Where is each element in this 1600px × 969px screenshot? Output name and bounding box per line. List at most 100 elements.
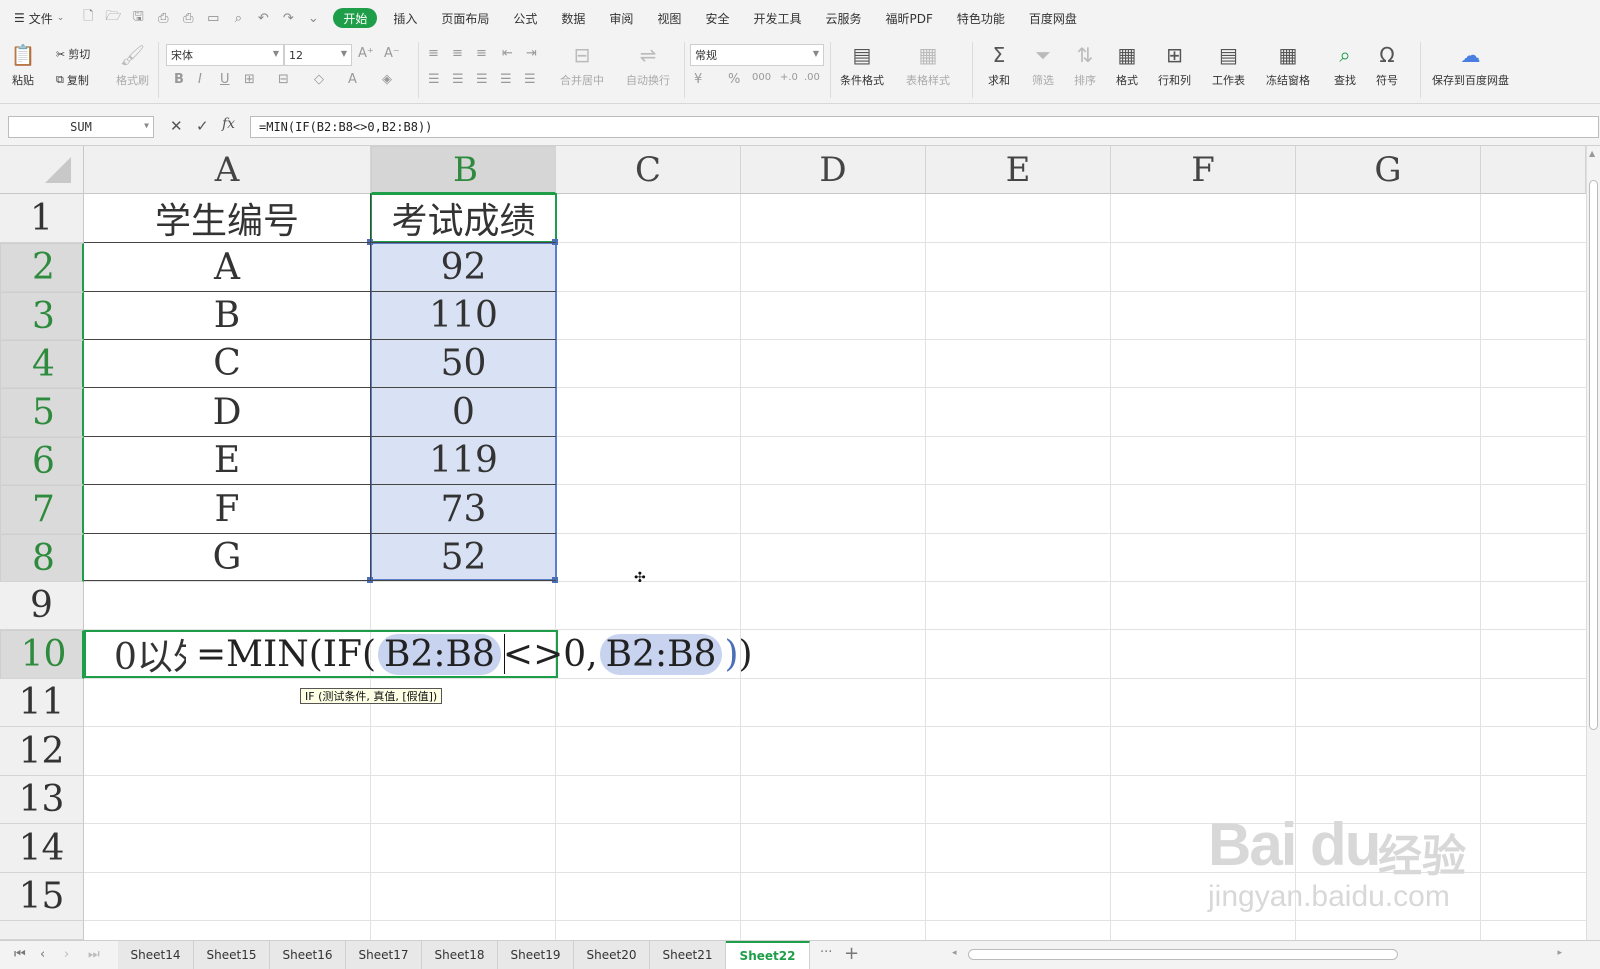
cell-a1[interactable]: 学生编号 — [86, 195, 368, 241]
decrease-decimal-icon[interactable]: .00 — [804, 72, 820, 83]
format-button[interactable]: ▦ 格式 — [1114, 42, 1140, 88]
format-painter-button[interactable]: 🖌 格式刷 — [116, 42, 149, 88]
column-header-g[interactable]: G — [1296, 146, 1481, 194]
cell-b7[interactable]: 73 — [372, 486, 555, 532]
conditional-format-button[interactable]: ▤ 条件格式 — [840, 42, 884, 88]
tab-home[interactable]: 开始 — [333, 8, 378, 28]
align-bottom-icon[interactable]: ≡ — [476, 46, 487, 61]
percent-icon[interactable]: % — [728, 72, 740, 87]
save-icon[interactable]: 🖫 — [130, 9, 146, 26]
undo-icon[interactable]: ↶ — [255, 10, 271, 26]
cell-b8[interactable]: 52 — [372, 535, 555, 579]
decrease-indent-icon[interactable]: ⇤ — [502, 46, 513, 61]
sheet-tab-15[interactable]: Sheet15 — [194, 941, 270, 969]
tab-features[interactable]: 特色功能 — [945, 0, 1017, 36]
row-header-6[interactable]: 6 — [0, 437, 84, 485]
row-header-4[interactable]: 4 — [0, 340, 84, 388]
tab-page-layout[interactable]: 页面布局 — [429, 0, 501, 36]
cell-b1[interactable]: 考试成绩 — [372, 195, 555, 241]
row-header-11[interactable]: 11 — [0, 679, 84, 727]
row-header-16[interactable] — [0, 921, 84, 940]
sheet-tab-17[interactable]: Sheet17 — [346, 941, 422, 969]
worksheet-button[interactable]: ▤ 工作表 — [1212, 42, 1245, 88]
cancel-icon[interactable]: ✕ — [170, 117, 183, 135]
tab-view[interactable]: 视图 — [645, 0, 693, 36]
redo-icon[interactable]: ↷ — [280, 10, 296, 26]
align-right-icon[interactable]: ☰ — [476, 72, 488, 87]
row-header-15[interactable]: 15 — [0, 873, 84, 921]
column-header-b[interactable]: B — [371, 146, 556, 194]
column-header-h[interactable] — [1481, 146, 1586, 194]
cell-a6[interactable]: E — [86, 438, 368, 483]
align-center-icon[interactable]: ☰ — [452, 72, 464, 87]
tab-formulas[interactable]: 公式 — [501, 0, 549, 36]
paste-button[interactable]: 📋 粘贴 — [10, 42, 36, 88]
row-header-12[interactable]: 12 — [0, 727, 84, 776]
table-style-button[interactable]: ▦ 表格样式 — [906, 42, 950, 88]
filter-button[interactable]: ⏷ 筛选 — [1030, 42, 1056, 88]
vertical-scrollbar[interactable]: ▲ — [1586, 146, 1600, 940]
cell-a8[interactable]: G — [86, 535, 368, 579]
increase-decimal-icon[interactable]: +.0 — [780, 72, 798, 83]
row-header-8[interactable]: 8 — [0, 534, 84, 582]
save-baidu-button[interactable]: ☁ 保存到百度网盘 — [1432, 42, 1509, 88]
italic-icon[interactable]: I — [198, 72, 202, 87]
cell-a2[interactable]: A — [86, 244, 368, 290]
cell-a5[interactable]: D — [86, 389, 368, 435]
decrease-font-icon[interactable]: A⁻ — [384, 46, 400, 61]
tab-security[interactable]: 安全 — [693, 0, 741, 36]
next-sheet-icon[interactable]: › — [64, 947, 69, 962]
tab-baidu-pan[interactable]: 百度网盘 — [1017, 0, 1089, 36]
sort-button[interactable]: ⇅ 排序 — [1072, 42, 1098, 88]
sheet-tab-14[interactable]: Sheet14 — [118, 941, 194, 969]
in-cell-formula[interactable]: =MIN(IF( B2:B8 <>0, B2:B8 ) ) — [196, 632, 753, 676]
underline-icon[interactable]: U — [220, 72, 230, 87]
bold-icon[interactable]: B — [174, 72, 184, 87]
font-size-select[interactable]: 12 ▼ — [284, 44, 352, 66]
export-pdf-icon[interactable]: ⎙ — [155, 10, 171, 26]
justify-icon[interactable]: ☰ — [500, 72, 512, 87]
row-header-14[interactable]: 14 — [0, 824, 84, 873]
symbol-button[interactable]: Ω 符号 — [1374, 42, 1400, 88]
row-header-13[interactable]: 13 — [0, 776, 84, 824]
scroll-up-icon[interactable]: ▲ — [1589, 149, 1595, 158]
sum-button[interactable]: Σ 求和 — [986, 42, 1012, 88]
cell-b4[interactable]: 50 — [372, 341, 555, 386]
horizontal-scroll-thumb[interactable] — [968, 949, 1398, 960]
sheet-tab-21[interactable]: Sheet21 — [650, 941, 726, 969]
cut-button[interactable]: ✂ 剪切 — [56, 46, 90, 62]
sheet-tab-16[interactable]: Sheet16 — [270, 941, 346, 969]
sheet-tab-19[interactable]: Sheet19 — [498, 941, 574, 969]
horizontal-scrollbar[interactable]: ◂ ▸ — [952, 948, 1562, 961]
row-header-5[interactable]: 5 — [0, 388, 84, 437]
tab-review[interactable]: 审阅 — [597, 0, 645, 36]
print-preview-icon[interactable]: ▭ — [205, 10, 221, 26]
column-header-d[interactable]: D — [741, 146, 926, 194]
increase-indent-icon[interactable]: ⇥ — [526, 46, 537, 61]
new-file-icon[interactable]: 🗋 — [80, 9, 96, 26]
column-header-f[interactable]: F — [1111, 146, 1296, 194]
tab-developer[interactable]: 开发工具 — [741, 0, 813, 36]
wrap-text-button[interactable]: ⇌ 自动换行 — [626, 42, 670, 88]
check-icon[interactable]: ✓ — [196, 117, 209, 135]
align-top-icon[interactable]: ≡ — [428, 46, 439, 61]
copy-button[interactable]: ⧉ 复制 — [56, 72, 89, 88]
thousands-icon[interactable]: 000 — [752, 72, 771, 83]
column-header-a[interactable]: A — [84, 146, 371, 194]
font-color-icon[interactable]: A — [348, 72, 357, 87]
cell-a7[interactable]: F — [86, 486, 368, 532]
align-left-icon[interactable]: ☰ — [428, 72, 440, 87]
find-button[interactable]: ⌕ 查找 — [1332, 42, 1358, 88]
open-folder-icon[interactable]: 🗁 — [105, 9, 121, 26]
customize-toolbar-icon[interactable]: ⌄ — [305, 10, 321, 26]
formula-input[interactable]: =MIN(IF(B2:B8<>0,B2:B8)) — [250, 116, 1599, 138]
row-header-1[interactable]: 1 — [0, 194, 84, 243]
row-col-button[interactable]: ⊞ 行和列 — [1158, 42, 1191, 88]
align-middle-icon[interactable]: ≡ — [452, 46, 463, 61]
last-sheet-icon[interactable]: ⏭ — [88, 947, 100, 962]
cell-b3[interactable]: 110 — [372, 293, 555, 338]
select-all-corner[interactable] — [0, 146, 84, 194]
preview-icon[interactable]: ⌕ — [230, 10, 246, 26]
column-header-e[interactable]: E — [926, 146, 1111, 194]
more-sheets-button[interactable]: ··· — [820, 945, 832, 960]
